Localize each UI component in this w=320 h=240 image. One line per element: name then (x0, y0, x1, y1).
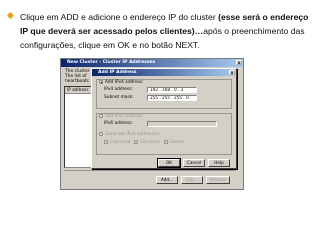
slide-bullet-text: Clique em ADD e adicione o endereço IP d… (6, 10, 318, 52)
screenshot: New Cluster - Cluster IP Addresses x The… (60, 58, 244, 190)
subnet-mask-input[interactable]: 255 . 255 . 255 . 0 (147, 95, 197, 101)
add-button[interactable]: Add... (156, 176, 178, 184)
remove-button[interactable]: Remove (206, 176, 230, 184)
subnet-mask-label: Subnet mask: (104, 95, 134, 100)
window-close-icon[interactable]: x (236, 60, 242, 65)
text-normal-1: Clique em ADD e adicione o endereço IP d… (20, 12, 219, 22)
global-label: Global (170, 140, 184, 145)
dialog-titlebar: Add IP Address x (92, 69, 236, 76)
cancel-button[interactable]: Cancel (183, 159, 205, 167)
checkbox-icon[interactable] (134, 140, 138, 144)
global-checkbox[interactable]: Global (164, 140, 184, 145)
checkbox-icon[interactable] (164, 140, 168, 144)
ipv4-radio-label: Add IPv4 address: (105, 80, 144, 85)
dialog-close-icon[interactable]: x (229, 70, 235, 75)
ipv6-radio[interactable]: Add IPv6 address: (99, 114, 144, 119)
radio-unchecked-icon[interactable] (99, 114, 103, 118)
generate-ipv6-label: Generate IPv6 addresses: (105, 132, 161, 137)
ipv4-address-label: IPv4 address: (104, 87, 133, 92)
add-ip-address-dialog: Add IP Address x Add IPv4 address: IPv4 … (91, 68, 237, 169)
window-title: New Cluster - Cluster IP Addresses (67, 60, 156, 65)
ipv4-address-input[interactable]: 192 . 168 . 0 . 3 (147, 87, 197, 93)
checkbox-icon[interactable] (104, 140, 108, 144)
divider (64, 170, 236, 171)
dialog-title: Add IP Address (98, 70, 137, 75)
radio-unchecked-icon[interactable] (99, 132, 103, 136)
generate-ipv6-radio[interactable]: Generate IPv6 addresses: (99, 132, 160, 137)
bullet-body: Clique em ADD e adicione o endereço IP d… (20, 10, 318, 52)
link-local-label: Link-local (110, 140, 131, 145)
ok-button[interactable]: OK (157, 158, 181, 168)
bullet-icon (6, 11, 15, 20)
radio-checked-icon[interactable] (99, 80, 103, 84)
link-local-checkbox[interactable]: Link-local (104, 140, 130, 145)
ipv4-radio[interactable]: Add IPv4 address: (99, 80, 144, 85)
ipv6-radio-label: Add IPv6 address: (105, 114, 144, 119)
window-titlebar: New Cluster - Cluster IP Addresses x (61, 59, 243, 67)
ipv6-address-label: IPv6 address: (104, 121, 133, 126)
edit-button[interactable]: Edit... (181, 176, 203, 184)
help-button[interactable]: Help (208, 159, 230, 167)
site-local-label: Site-local (140, 140, 160, 145)
ipv6-address-input[interactable] (147, 121, 217, 127)
new-cluster-window: New Cluster - Cluster IP Addresses x The… (61, 59, 243, 189)
site-local-checkbox[interactable]: Site-local (134, 140, 160, 145)
